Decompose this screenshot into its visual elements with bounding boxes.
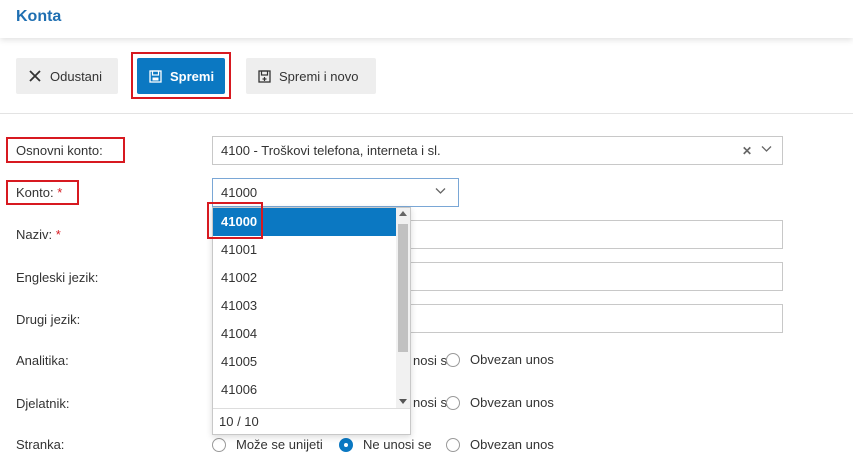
osnovni-konto-value: 4100 - Troškovi telefona, interneta i sl… — [221, 143, 441, 158]
save-icon — [149, 69, 162, 83]
cancel-button[interactable]: Odustani — [16, 58, 118, 94]
chevron-down-icon[interactable] — [435, 187, 446, 195]
dropdown-option[interactable]: 41004 — [213, 320, 397, 348]
save-button[interactable]: Spremi — [137, 58, 225, 94]
radio-label: Obvezan unos — [470, 437, 554, 452]
dropdown-option[interactable]: 41003 — [213, 292, 397, 320]
save-new-icon — [258, 69, 271, 83]
konto-dropdown: 41000 41001 41002 41003 41004 41005 4100… — [212, 207, 411, 435]
scroll-up-icon[interactable] — [399, 211, 407, 216]
close-icon — [29, 70, 41, 82]
konto-value: 41000 — [221, 185, 258, 200]
djelatnik-radio-obvezan[interactable]: Obvezan unos — [446, 395, 554, 410]
required-mark: * — [57, 185, 63, 200]
radio-label: Ne unosi se — [363, 437, 432, 452]
toolbar: Odustani Spremi Spremi i novo — [0, 38, 853, 114]
radio-label: Obvezan unos — [470, 395, 554, 410]
dropdown-list: 41000 41001 41002 41003 41004 41005 4100… — [213, 208, 397, 408]
stranka-radio-obvezan[interactable]: Obvezan unos — [446, 437, 554, 452]
save-and-new-button[interactable]: Spremi i novo — [246, 58, 376, 94]
required-mark: * — [55, 227, 61, 242]
dropdown-option[interactable]: 41000 — [213, 208, 397, 236]
dropdown-option[interactable]: 41001 — [213, 236, 397, 264]
analitika-radio-obvezan[interactable]: Obvezan unos — [446, 352, 554, 367]
radio-button[interactable] — [446, 437, 460, 452]
save-button-label: Spremi — [170, 68, 215, 84]
dropdown-option[interactable]: 41006 — [213, 376, 397, 404]
radio-button[interactable] — [446, 395, 460, 410]
stranka-radio-ne-unosi[interactable]: Ne unosi se — [339, 437, 432, 452]
analitika-label: Analitika: — [16, 353, 69, 368]
scrollbar-thumb[interactable] — [398, 224, 408, 352]
dropdown-option[interactable]: 41005 — [213, 348, 397, 376]
radio-label: Može se unijeti — [236, 437, 323, 452]
konto-label: Konto: * — [16, 185, 63, 200]
dropdown-count: 10 / 10 — [213, 408, 410, 434]
dropdown-option[interactable]: 41002 — [213, 264, 397, 292]
cancel-button-label: Odustani — [50, 68, 103, 84]
radio-button[interactable] — [212, 437, 226, 452]
dropdown-scrollbar[interactable] — [396, 208, 410, 408]
scroll-down-icon[interactable] — [399, 399, 407, 404]
radio-button-checked[interactable] — [339, 437, 353, 452]
osnovni-konto-select[interactable]: 4100 - Troškovi telefona, interneta i sl… — [212, 136, 783, 165]
djelatnik-label: Djelatnik: — [16, 396, 70, 411]
radio-button[interactable] — [446, 352, 460, 367]
osnovni-konto-label: Osnovni konto: — [16, 143, 103, 158]
stranka-label: Stranka: — [16, 437, 65, 452]
konto-select[interactable]: 41000 — [212, 178, 459, 207]
chevron-down-icon[interactable] — [761, 145, 772, 153]
stranka-radio-moze[interactable]: Može se unijeti — [212, 437, 323, 452]
naziv-label: Naziv: * — [16, 227, 61, 242]
radio-label: Obvezan unos — [470, 352, 554, 367]
drugi-label: Drugi jezik: — [16, 312, 81, 327]
page-header: Konta — [0, 0, 853, 38]
engleski-label: Engleski jezik: — [16, 270, 99, 285]
page-title: Konta — [16, 8, 62, 25]
save-and-new-button-label: Spremi i novo — [279, 68, 359, 84]
clear-icon[interactable]: ✕ — [742, 144, 752, 158]
